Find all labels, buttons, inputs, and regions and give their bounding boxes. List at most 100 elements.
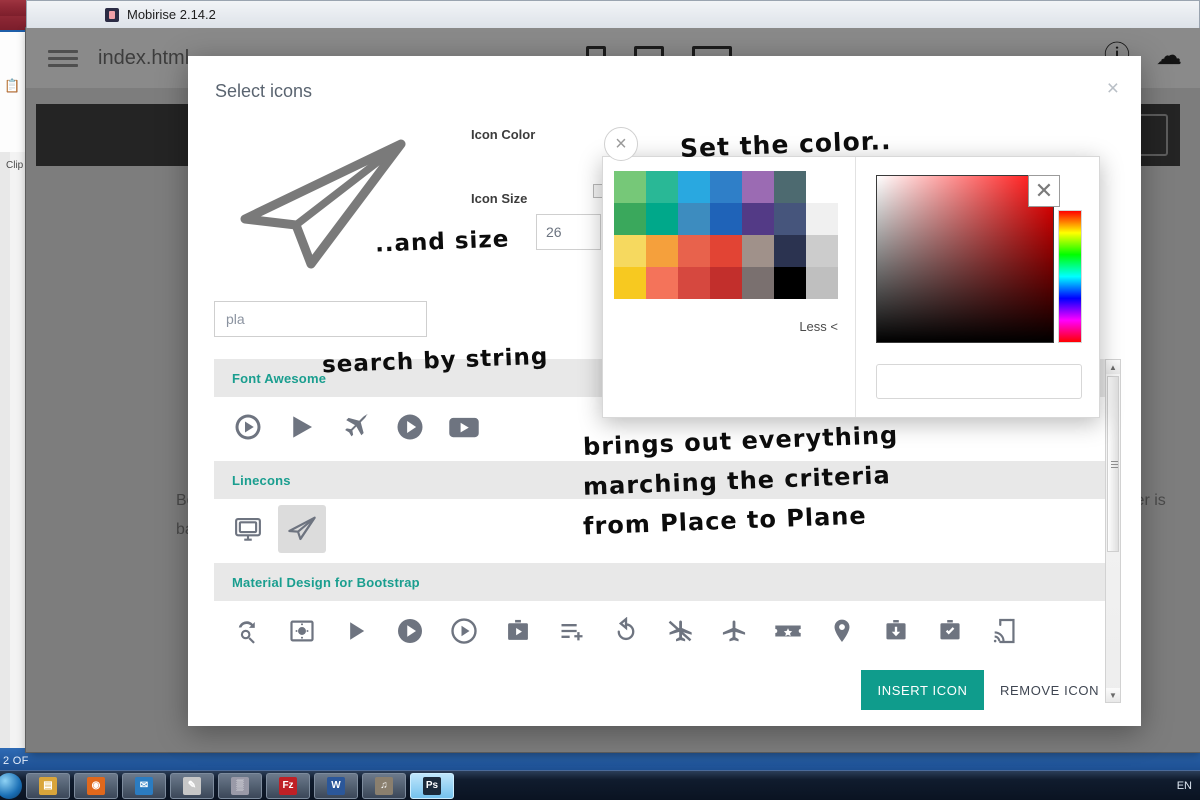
- color-swatch-0[interactable]: [614, 171, 646, 203]
- taskbar-item-word[interactable]: W: [314, 773, 358, 799]
- scrollbar-thumb[interactable]: [1107, 376, 1119, 552]
- icon-list-scrollbar[interactable]: ▲ ▼: [1105, 359, 1121, 703]
- color-picker-palette-pane: × Less <: [603, 157, 856, 417]
- photoshop-icon: Ps: [423, 777, 441, 795]
- close-icon[interactable]: ×: [1107, 78, 1119, 99]
- color-swatch-1[interactable]: [646, 171, 678, 203]
- group-body-material-design: [214, 601, 1114, 665]
- icon-size-label: Icon Size: [471, 191, 527, 206]
- color-picker-less-link[interactable]: Less <: [799, 319, 838, 334]
- icon-display-icon[interactable]: [224, 505, 272, 553]
- color-swatch-23[interactable]: [678, 267, 710, 299]
- color-swatch-14[interactable]: [614, 235, 646, 267]
- icon-plane-icon[interactable]: [332, 403, 380, 451]
- icon-work-check-icon[interactable]: [926, 607, 974, 655]
- icon-play-circle-outline-icon[interactable]: [224, 403, 272, 451]
- icon-replay-icon[interactable]: [602, 607, 650, 655]
- group-body-linecons: [214, 499, 1114, 563]
- icon-portable-wifi-icon[interactable]: [980, 607, 1028, 655]
- mobirise-title-bar: Mobirise 2.14.2: [26, 0, 1200, 28]
- color-picker-popover: × Less < ✕: [602, 156, 1100, 418]
- color-swatch-16[interactable]: [678, 235, 710, 267]
- taskbar-language-indicator[interactable]: EN: [1177, 780, 1192, 792]
- color-swatch-15[interactable]: [646, 235, 678, 267]
- color-swatch-24[interactable]: [710, 267, 742, 299]
- menu-icon[interactable]: [48, 46, 78, 71]
- color-swatch-18[interactable]: [742, 235, 774, 267]
- color-swatch-11[interactable]: [742, 203, 774, 235]
- color-swatch-9[interactable]: [678, 203, 710, 235]
- icon-play-circle-filled-icon[interactable]: [386, 607, 434, 655]
- color-picker-close-square-icon[interactable]: ✕: [1028, 175, 1060, 207]
- windows-taskbar: ▤ ◉ ✉ ✎ ▒ Fz W ♫ Ps EN: [0, 770, 1200, 800]
- taskbar-item-photoshop[interactable]: Ps: [410, 773, 454, 799]
- icon-airplanemode-on-icon[interactable]: [710, 607, 758, 655]
- color-picker-close-round-icon[interactable]: ×: [604, 127, 638, 161]
- color-swatch-8[interactable]: [646, 203, 678, 235]
- clipboard-group-label: Clip: [6, 160, 23, 171]
- page-title: index.html: [98, 47, 189, 70]
- icon-play-icon[interactable]: [278, 403, 326, 451]
- color-swatch-6[interactable]: [806, 171, 838, 203]
- color-swatch-20[interactable]: [806, 235, 838, 267]
- taskbar-item-mobirise[interactable]: ▒: [218, 773, 262, 799]
- color-swatch-17[interactable]: [710, 235, 742, 267]
- taskbar-item-audio-tool[interactable]: ♫: [362, 773, 406, 799]
- color-swatch-25[interactable]: [742, 267, 774, 299]
- notepad-icon: ✎: [183, 777, 201, 795]
- color-swatch-2[interactable]: [678, 171, 710, 203]
- icon-get-app-box-icon[interactable]: [872, 607, 920, 655]
- paste-icon[interactable]: 📋: [4, 78, 20, 94]
- hex-color-input[interactable]: [876, 364, 1082, 399]
- icon-find-replace-icon[interactable]: [224, 607, 272, 655]
- icon-youtube-play-icon[interactable]: [440, 403, 488, 451]
- color-swatch-grid[interactable]: [614, 171, 838, 299]
- taskbar-item-explorer[interactable]: ▤: [26, 773, 70, 799]
- cloud-upload-icon[interactable]: ☁: [1156, 42, 1182, 68]
- color-swatch-4[interactable]: [742, 171, 774, 203]
- insert-icon-button[interactable]: INSERT ICON: [861, 670, 984, 710]
- color-swatch-7[interactable]: [614, 203, 646, 235]
- icon-play-circle-outline-icon[interactable]: [440, 607, 488, 655]
- color-swatch-3[interactable]: [710, 171, 742, 203]
- filezilla-icon: Fz: [279, 777, 297, 795]
- taskbar-item-notepad[interactable]: ✎: [170, 773, 214, 799]
- scroll-down-icon[interactable]: ▼: [1106, 688, 1120, 702]
- color-swatch-13[interactable]: [806, 203, 838, 235]
- icon-size-input[interactable]: [536, 214, 601, 250]
- icon-local-play-icon[interactable]: [764, 607, 812, 655]
- icon-paper-plane-icon[interactable]: [278, 505, 326, 553]
- start-button[interactable]: [0, 773, 22, 799]
- icon-preview-paper-plane-icon: [228, 126, 418, 276]
- icon-color-label: Icon Color: [471, 127, 535, 142]
- remove-icon-button[interactable]: REMOVE ICON: [1000, 670, 1099, 710]
- group-header-linecons: Linecons: [214, 461, 1114, 499]
- color-swatch-21[interactable]: [614, 267, 646, 299]
- icon-business-center-play-icon[interactable]: [494, 607, 542, 655]
- group-header-material-design: Material Design for Bootstrap: [214, 563, 1114, 601]
- search-input[interactable]: [214, 301, 427, 337]
- explorer-icon: ▤: [39, 777, 57, 795]
- color-swatch-27[interactable]: [806, 267, 838, 299]
- color-swatch-19[interactable]: [774, 235, 806, 267]
- taskbar-item-thunderbird[interactable]: ✉: [122, 773, 166, 799]
- scroll-up-icon[interactable]: ▲: [1106, 360, 1120, 374]
- icon-playlist-add-icon[interactable]: [548, 607, 596, 655]
- hue-slider[interactable]: [1058, 210, 1082, 343]
- icon-place-icon[interactable]: [818, 607, 866, 655]
- taskbar-item-filezilla[interactable]: Fz: [266, 773, 310, 799]
- icon-airplanemode-off-icon[interactable]: [656, 607, 704, 655]
- color-swatch-22[interactable]: [646, 267, 678, 299]
- thunderbird-icon: ✉: [135, 777, 153, 795]
- mobirise-app-title: Mobirise 2.14.2: [127, 7, 216, 22]
- taskbar-item-firefox[interactable]: ◉: [74, 773, 118, 799]
- color-swatch-10[interactable]: [710, 203, 742, 235]
- audio-tool-icon: ♫: [375, 777, 393, 795]
- icon-play-circle-icon[interactable]: [386, 403, 434, 451]
- icon-brightness-box-icon[interactable]: [278, 607, 326, 655]
- icon-play-arrow-icon[interactable]: [332, 607, 380, 655]
- color-swatch-12[interactable]: [774, 203, 806, 235]
- color-swatch-26[interactable]: [774, 267, 806, 299]
- word-icon: W: [327, 777, 345, 795]
- color-swatch-5[interactable]: [774, 171, 806, 203]
